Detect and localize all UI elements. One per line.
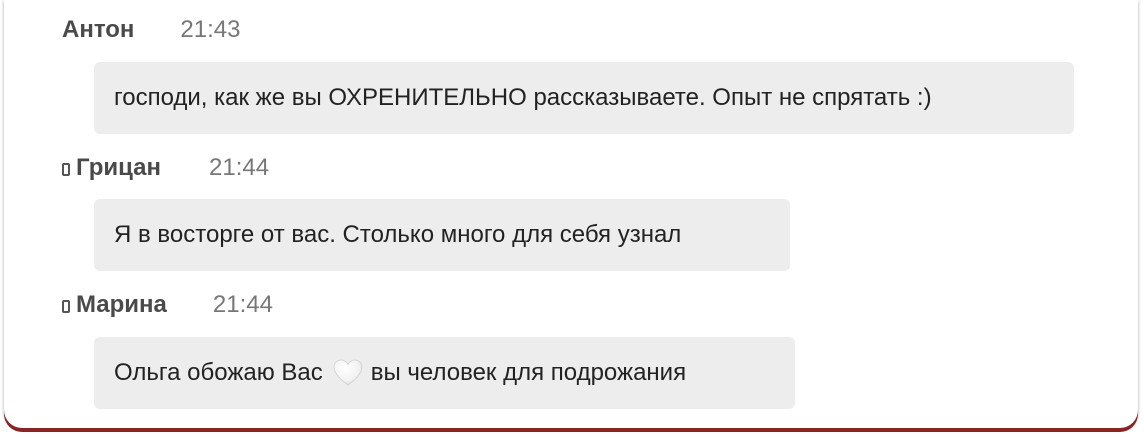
message-header: Марина 21:44 <box>62 291 273 321</box>
message-header: Антон 21:43 <box>62 16 240 46</box>
author-name: Антон <box>62 16 135 43</box>
message-text-before: Ольга обожаю Вас <box>114 359 323 386</box>
message-text: Я в восторге от вас. Столько много для с… <box>114 221 682 248</box>
author-name: Марина <box>76 291 167 318</box>
chat-panel: Антон 21:43 господи, как же вы ОХРЕНИТЕЛ… <box>4 0 1138 428</box>
mobile-phone-icon <box>62 163 70 176</box>
white-heart-icon <box>333 359 363 387</box>
message-bubble: Ольга обожаю Вас вы человек для подрожан… <box>94 337 795 409</box>
message-header: Грицан 21:44 <box>62 154 269 184</box>
message-time: 21:43 <box>180 16 241 43</box>
message-text-after: вы человек для подрожания <box>370 359 687 386</box>
message-time: 21:44 <box>209 154 270 181</box>
message-text: господи, как же вы ОХРЕНИТЕЛЬНО рассказы… <box>114 84 932 111</box>
mobile-phone-icon <box>62 300 70 313</box>
message-bubble: Я в восторге от вас. Столько много для с… <box>94 199 790 271</box>
message-bubble: господи, как же вы ОХРЕНИТЕЛЬНО рассказы… <box>94 62 1074 134</box>
author-name: Грицан <box>76 154 161 181</box>
message-time: 21:44 <box>212 291 273 318</box>
